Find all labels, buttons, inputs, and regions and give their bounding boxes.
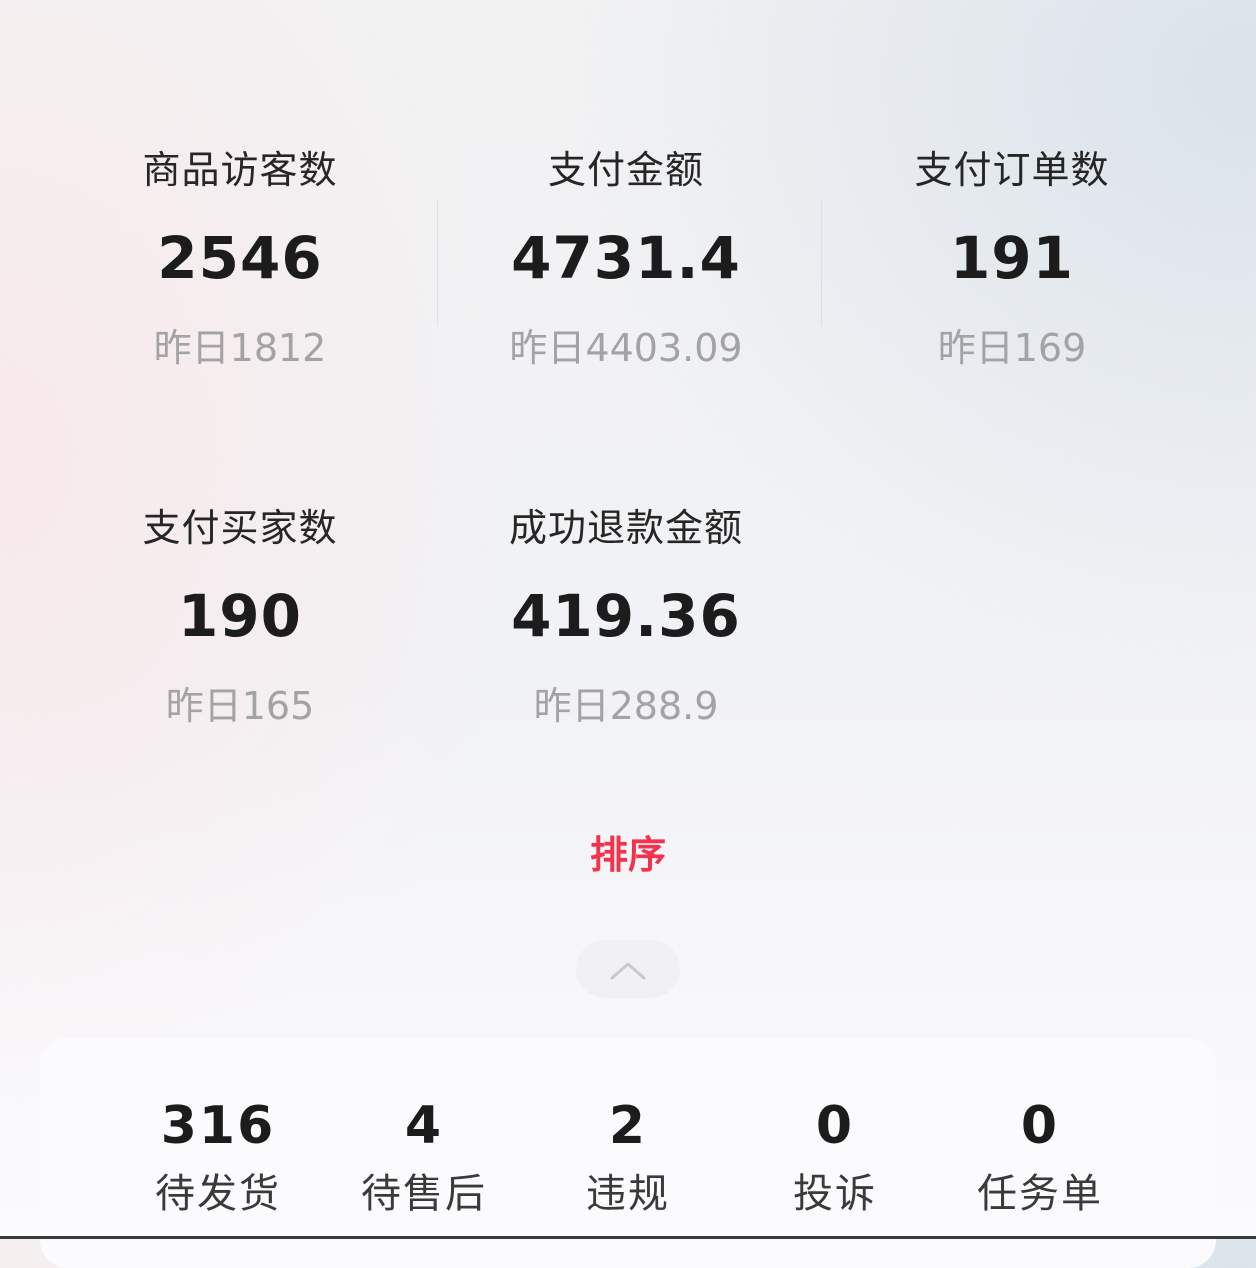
metric-label: 支付订单数 — [914, 148, 1110, 192]
todo-count: 2 — [608, 1096, 648, 1156]
todo-complaints[interactable]: 0 投诉 — [735, 1088, 935, 1220]
metric-yesterday: 昨日165 — [165, 684, 315, 728]
collapse-button[interactable] — [576, 940, 680, 998]
sort-button[interactable]: 排序 — [528, 830, 728, 880]
metric-yesterday: 昨日169 — [937, 326, 1087, 370]
todo-tasks[interactable]: 0 任务单 — [940, 1088, 1140, 1220]
metric-visitors[interactable]: 商品访客数 2546 昨日1812 — [50, 146, 430, 386]
metrics-grid: 商品访客数 2546 昨日1812 支付金额 4731.4 昨日4403.09 … — [0, 0, 1256, 760]
todo-count: 0 — [1020, 1096, 1060, 1156]
metric-label: 支付金额 — [547, 148, 704, 192]
metric-value: 419.36 — [511, 582, 741, 650]
metric-value: 4731.4 — [511, 224, 741, 292]
metric-label: 商品访客数 — [142, 148, 338, 192]
todo-pending-shipment[interactable]: 316 待发货 — [118, 1088, 318, 1220]
metric-yesterday: 昨日288.9 — [533, 684, 719, 728]
todo-count: 4 — [404, 1096, 444, 1156]
metric-value: 191 — [949, 224, 1075, 292]
todo-label: 待售后 — [361, 1171, 487, 1217]
todo-label: 任务单 — [977, 1171, 1103, 1217]
metric-value: 190 — [177, 582, 303, 650]
todo-count: 316 — [160, 1096, 276, 1156]
todo-count: 0 — [815, 1096, 855, 1156]
metric-yesterday: 昨日4403.09 — [509, 326, 743, 370]
metric-value: 2546 — [157, 224, 323, 292]
chevron-up-icon — [610, 962, 646, 980]
todo-label: 投诉 — [793, 1171, 877, 1217]
metric-label: 成功退款金额 — [508, 506, 743, 550]
metric-payment-amount[interactable]: 支付金额 4731.4 昨日4403.09 — [436, 146, 816, 386]
metric-paid-orders[interactable]: 支付订单数 191 昨日169 — [822, 146, 1202, 386]
metric-paid-buyers[interactable]: 支付买家数 190 昨日165 — [50, 504, 430, 744]
todo-label: 待发货 — [155, 1171, 281, 1217]
todo-label: 违规 — [586, 1171, 670, 1217]
metric-yesterday: 昨日1812 — [153, 326, 327, 370]
metric-refund-amount[interactable]: 成功退款金额 419.36 昨日288.9 — [436, 504, 816, 744]
todo-violations[interactable]: 2 违规 — [528, 1088, 728, 1220]
todo-pending-after-sale[interactable]: 4 待售后 — [324, 1088, 524, 1220]
metric-label: 支付买家数 — [142, 506, 338, 550]
